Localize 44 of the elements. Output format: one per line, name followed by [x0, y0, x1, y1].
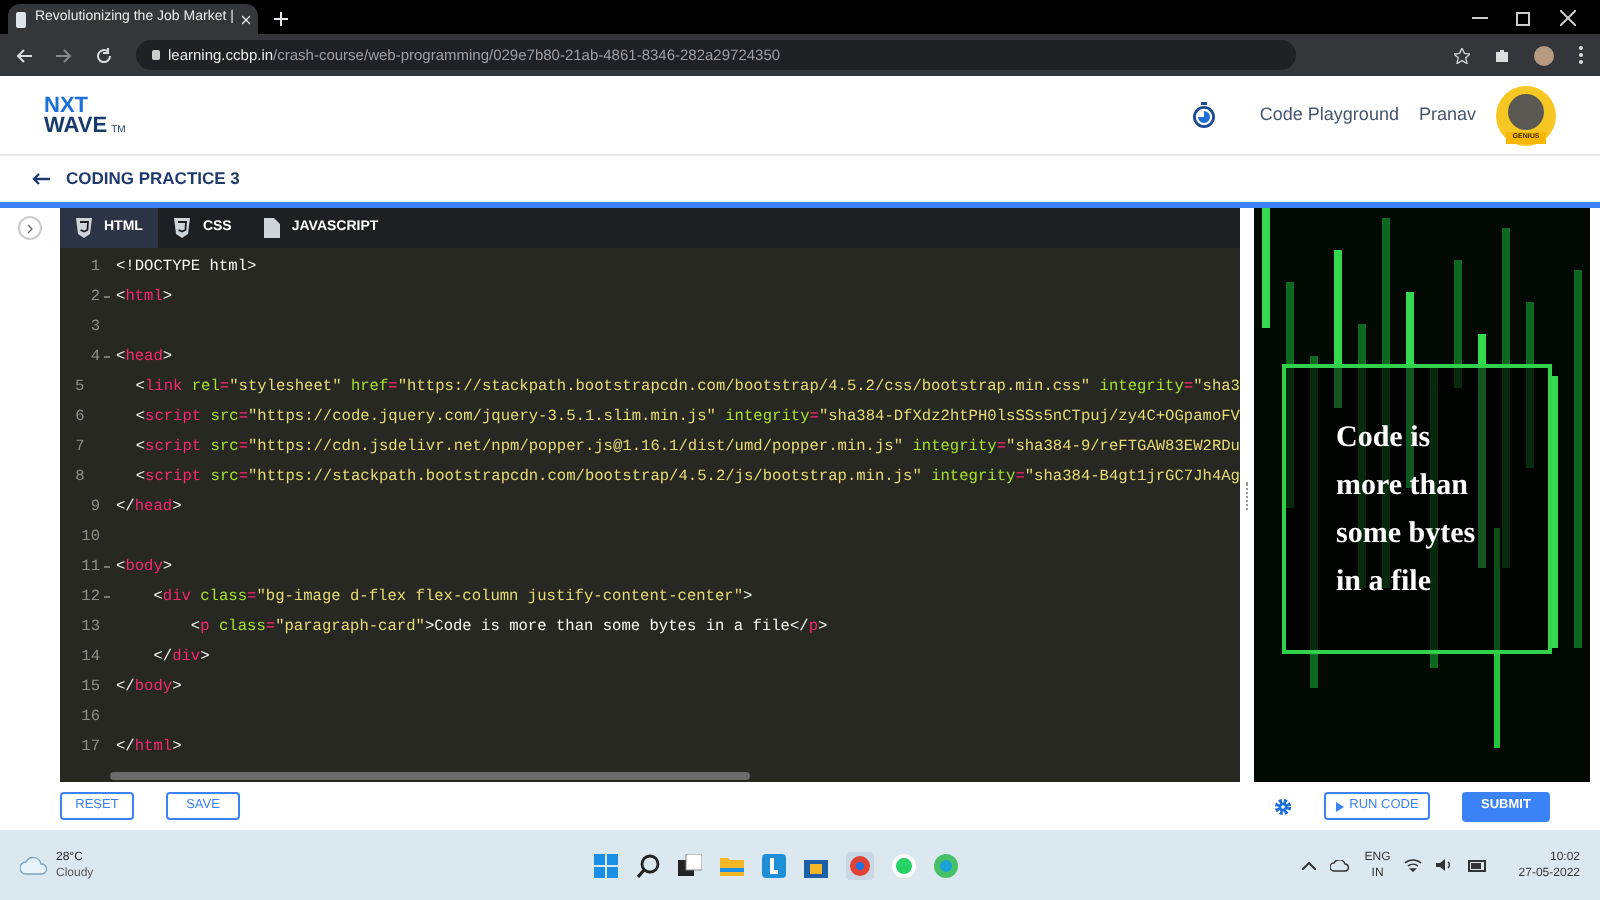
restore-icon[interactable] [1516, 10, 1532, 26]
shield-icon [174, 218, 191, 238]
search-icon[interactable] [635, 853, 660, 877]
profile-avatar[interactable] [1534, 45, 1554, 65]
close-icon[interactable] [241, 13, 250, 25]
wifi-icon[interactable] [1404, 858, 1423, 872]
settings-icon[interactable] [1274, 797, 1292, 815]
file-icon [263, 218, 280, 238]
page-icon [16, 11, 27, 27]
browser-icon[interactable] [845, 851, 874, 879]
back-arrow-icon[interactable] [32, 172, 50, 186]
chevron-right-icon [26, 223, 34, 233]
speaker-icon[interactable] [1436, 858, 1455, 872]
logo-text: WAVE [44, 115, 108, 135]
battery-icon[interactable] [1468, 859, 1489, 871]
nav-link[interactable]: Code Playground [1259, 101, 1399, 129]
page-title: CODING PRACTICE 3 [66, 166, 240, 192]
user-name[interactable]: Pranav [1418, 101, 1476, 129]
more-icon[interactable] [1578, 46, 1584, 64]
task-view-icon[interactable] [677, 853, 702, 877]
resize-handle[interactable] [1246, 481, 1248, 509]
scrollbar-thumb[interactable] [110, 772, 750, 780]
app-icon[interactable] [761, 853, 786, 877]
play-icon [1335, 801, 1344, 811]
star-icon[interactable] [1454, 47, 1470, 63]
cloud-icon[interactable] [1330, 859, 1351, 871]
cloud-icon [20, 855, 48, 875]
fold-marker[interactable] [104, 356, 110, 358]
forward-arrow-icon[interactable] [56, 47, 72, 63]
reload-icon[interactable] [96, 47, 112, 63]
logo-text: NXT [44, 95, 88, 115]
plus-icon[interactable] [274, 12, 288, 26]
fold-marker[interactable] [104, 596, 110, 598]
fold-marker[interactable] [104, 566, 110, 568]
chevron-up-icon[interactable] [1302, 861, 1317, 869]
folder-icon[interactable] [719, 853, 744, 877]
shield-icon [76, 218, 92, 238]
windows-icon[interactable] [593, 853, 618, 877]
person-silhouette-icon [1508, 93, 1544, 129]
lock-icon [152, 50, 160, 60]
stopwatch-icon[interactable] [1191, 102, 1216, 128]
close-icon[interactable] [1560, 10, 1576, 26]
fold-marker[interactable] [104, 296, 110, 298]
card-text: Code is more than some bytes in a file [1336, 419, 1478, 601]
